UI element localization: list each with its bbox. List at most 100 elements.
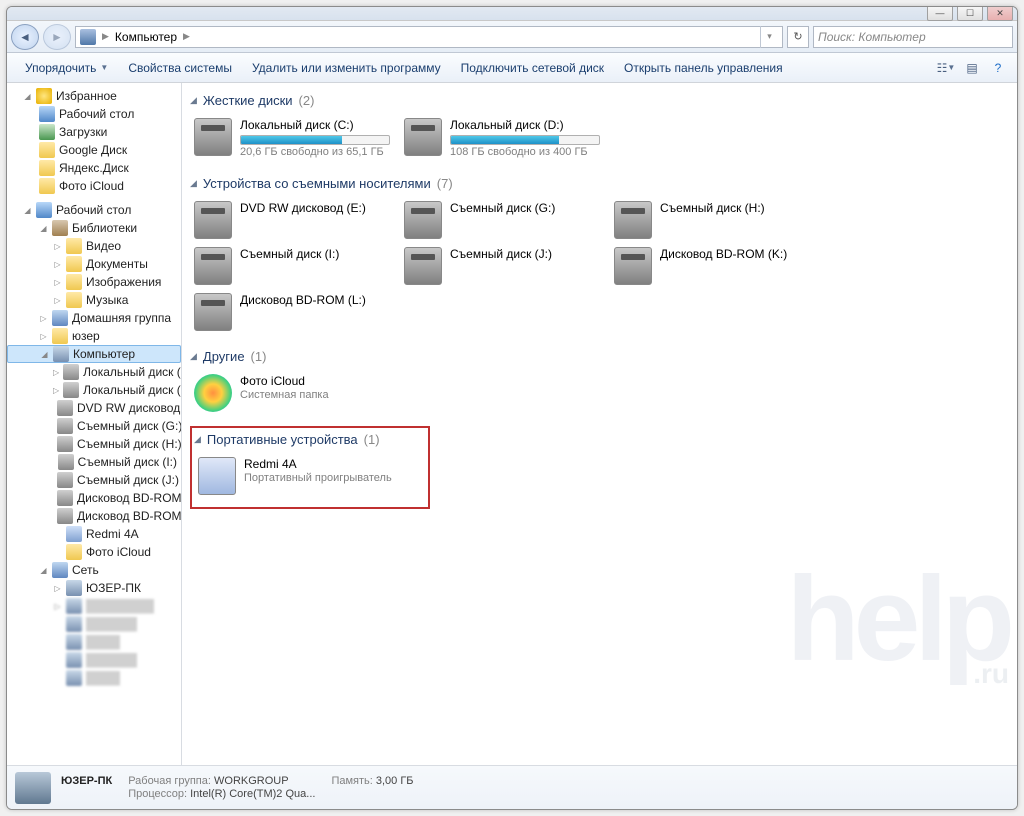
close-button[interactable]: ✕ — [987, 6, 1013, 21]
tree-drive-k[interactable]: Дисковод BD-ROM (K:) — [7, 489, 181, 507]
tree-blurred-item: ████ — [7, 669, 181, 687]
homegroup-icon — [52, 310, 68, 326]
tree-fav-icloud[interactable]: Фото iCloud — [7, 177, 181, 195]
section-hdd-header[interactable]: ◢Жесткие диски (2) — [190, 87, 1009, 110]
network-icon — [52, 562, 68, 578]
hdd-icon — [194, 118, 232, 156]
removable-drive-icon — [614, 247, 652, 285]
drive-c[interactable]: Локальный диск (C:) 20,6 ГБ свободно из … — [190, 114, 400, 162]
icloud-icon — [39, 178, 55, 194]
removable-drive[interactable]: Съемный диск (J:) — [400, 243, 610, 289]
removable-drive[interactable]: Съемный диск (I:) — [190, 243, 400, 289]
address-dropdown[interactable]: ▾ — [760, 26, 778, 48]
system-properties-button[interactable]: Свойства системы — [118, 53, 242, 82]
tree-network[interactable]: ◢Сеть — [7, 561, 181, 579]
maximize-button[interactable]: ☐ — [957, 6, 983, 21]
tree-homegroup[interactable]: ▷Домашняя группа — [7, 309, 181, 327]
tree-blurred-item: ▷████████ — [7, 597, 181, 615]
chevron-right-icon[interactable]: ▶ — [181, 31, 192, 42]
nav-back-button[interactable]: ◄ — [11, 24, 39, 50]
expand-icon[interactable]: ▷ — [53, 278, 62, 287]
removable-drive[interactable]: Съемный диск (H:) — [610, 197, 820, 243]
tree-lib-documents[interactable]: ▷Документы — [7, 255, 181, 273]
map-network-drive-button[interactable]: Подключить сетевой диск — [451, 53, 614, 82]
expand-icon[interactable]: ▷ — [53, 242, 62, 251]
tree-favorites[interactable]: ◢Избранное — [7, 87, 181, 105]
tree-lib-music[interactable]: ▷Музыка — [7, 291, 181, 309]
tree-blurred-item: ████ — [7, 633, 181, 651]
other-icloud-photos[interactable]: Фото iCloudСистемная папка — [190, 370, 400, 416]
view-options-button[interactable]: ☷ ▼ — [935, 57, 957, 79]
tree-redmi[interactable]: Redmi 4A — [7, 525, 181, 543]
removable-drive-icon — [614, 201, 652, 239]
tree-fav-yadisk[interactable]: Яндекс.Диск — [7, 159, 181, 177]
content-pane[interactable]: help.ru ◢Жесткие диски (2) Локальный дис… — [182, 83, 1017, 765]
expand-icon[interactable]: ▷ — [53, 386, 59, 395]
tree-lib-pictures[interactable]: ▷Изображения — [7, 273, 181, 291]
minimize-button[interactable]: — — [927, 6, 953, 21]
refresh-button[interactable]: ↻ — [787, 26, 809, 48]
tree-desktop[interactable]: ◢Рабочий стол — [7, 201, 181, 219]
tree-drive-d[interactable]: ▷Локальный диск (D:) — [7, 381, 181, 399]
address-bar[interactable]: ▶ Компьютер ▶ ▾ — [75, 26, 783, 48]
removable-drive[interactable]: Съемный диск (G:) — [400, 197, 610, 243]
collapse-icon: ◢ — [194, 434, 201, 445]
tree-drive-g[interactable]: Съемный диск (G:) — [7, 417, 181, 435]
drive-d[interactable]: Локальный диск (D:) 108 ГБ свободно из 4… — [400, 114, 610, 162]
expand-icon[interactable]: ▷ — [39, 332, 48, 341]
address-segment[interactable]: Компьютер — [115, 30, 177, 44]
tree-fav-desktop[interactable]: Рабочий стол — [7, 105, 181, 123]
tree-drive-e[interactable]: DVD RW дисковод (E:) — [7, 399, 181, 417]
help-button[interactable]: ? — [987, 57, 1009, 79]
collapse-icon[interactable]: ◢ — [23, 206, 32, 215]
search-input[interactable]: Поиск: Компьютер — [813, 26, 1013, 48]
open-control-panel-button[interactable]: Открыть панель управления — [614, 53, 793, 82]
removable-icon — [58, 454, 74, 470]
video-icon — [66, 238, 82, 254]
navigation-tree[interactable]: ◢Избранное Рабочий стол Загрузки Google … — [7, 83, 182, 765]
removable-drive[interactable]: Дисковод BD-ROM (L:) — [190, 289, 400, 335]
removable-drive[interactable]: DVD RW дисковод (E:) — [190, 197, 400, 243]
tree-icloud-photos[interactable]: Фото iCloud — [7, 543, 181, 561]
expand-icon[interactable]: ▷ — [53, 368, 59, 377]
usage-bar — [450, 135, 600, 145]
tree-drive-l[interactable]: Дисковод BD-ROM (L:) — [7, 507, 181, 525]
section-portable-header[interactable]: ◢Портативные устройства (1) — [194, 430, 426, 449]
expand-icon[interactable]: ▷ — [39, 314, 48, 323]
tree-fav-downloads[interactable]: Загрузки — [7, 123, 181, 141]
bd-icon — [57, 490, 73, 506]
tree-libraries[interactable]: ◢Библиотеки — [7, 219, 181, 237]
tree-drive-i[interactable]: Съемный диск (I:) — [7, 453, 181, 471]
tree-drive-h[interactable]: Съемный диск (H:) — [7, 435, 181, 453]
tree-drive-c[interactable]: ▷Локальный диск (C:) — [7, 363, 181, 381]
tree-lib-video[interactable]: ▷Видео — [7, 237, 181, 255]
expand-icon[interactable]: ▷ — [53, 584, 62, 593]
preview-pane-button[interactable]: ▤ — [961, 57, 983, 79]
tree-computer[interactable]: ◢Компьютер — [7, 345, 181, 363]
collapse-icon[interactable]: ◢ — [23, 92, 32, 101]
collapse-icon[interactable]: ◢ — [40, 350, 49, 359]
removable-drive-icon — [404, 247, 442, 285]
tree-blurred-item: ██████ — [7, 651, 181, 669]
removable-icon — [57, 436, 73, 452]
organize-menu[interactable]: Упорядочить▼ — [15, 53, 118, 82]
star-icon — [36, 88, 52, 104]
tree-drive-j[interactable]: Съемный диск (J:) — [7, 471, 181, 489]
expand-icon[interactable]: ▷ — [53, 296, 62, 305]
uninstall-program-button[interactable]: Удалить или изменить программу — [242, 53, 451, 82]
phone-icon — [66, 526, 82, 542]
collapse-icon[interactable]: ◢ — [39, 566, 48, 575]
expand-icon[interactable]: ▷ — [53, 260, 62, 269]
section-other-header[interactable]: ◢Другие (1) — [190, 343, 1009, 366]
tree-fav-gdrive[interactable]: Google Диск — [7, 141, 181, 159]
tree-user[interactable]: ▷юзер — [7, 327, 181, 345]
collapse-icon[interactable]: ◢ — [39, 224, 48, 233]
tree-network-pc[interactable]: ▷ЮЗЕР-ПК — [7, 579, 181, 597]
yandex-disk-icon — [39, 160, 55, 176]
desktop-icon — [39, 106, 55, 122]
removable-drive[interactable]: Дисковод BD-ROM (K:) — [610, 243, 820, 289]
section-removable-header[interactable]: ◢Устройства со съемными носителями (7) — [190, 170, 1009, 193]
nav-forward-button[interactable]: ► — [43, 24, 71, 50]
portable-device-redmi[interactable]: Redmi 4AПортативный проигрыватель — [194, 453, 404, 499]
documents-icon — [66, 256, 82, 272]
